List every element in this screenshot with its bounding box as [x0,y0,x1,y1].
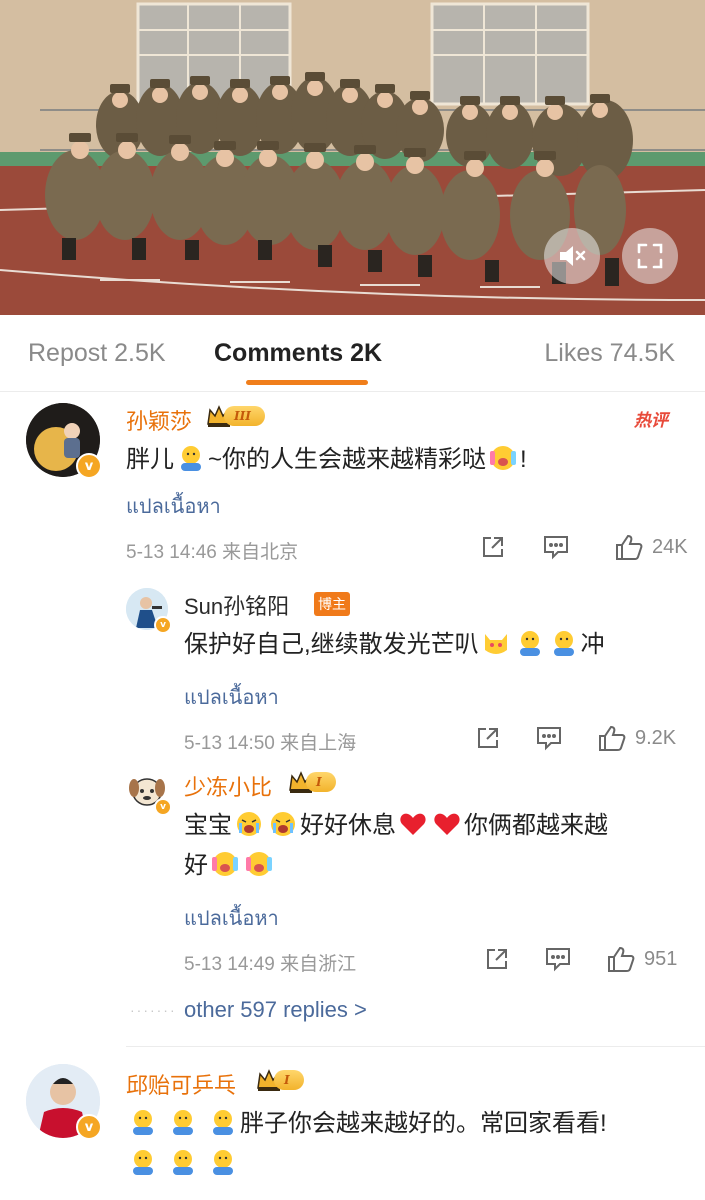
hug-emoji-icon [168,1107,198,1137]
heart-icon [432,809,462,839]
comment-text-part: 胖子你会越来越好的。常回家看看! [240,1110,607,1137]
hug-emoji-icon [168,1147,198,1177]
excited-emoji-icon [244,849,274,879]
level-badge: I [288,770,336,794]
hug-emoji-icon [208,1147,238,1177]
reply-text-part: 宝宝 [184,812,232,839]
share-icon[interactable] [475,725,501,751]
excited-emoji-icon [210,849,240,879]
more-replies-link[interactable]: other 597 replies > [184,997,367,1023]
video-player[interactable] [0,0,705,315]
cat-heart-emoji-icon [481,628,511,658]
verified-icon: v [76,1114,102,1140]
comment-meta: 5-13 14:46 来自北京 [126,542,299,563]
verified-icon: v [76,453,102,479]
hug-emoji-icon [549,628,579,658]
crying-emoji-icon [268,809,298,839]
fullscreen-icon [637,243,663,269]
hug-emoji-icon [208,1107,238,1137]
reply-actions: 9.2K [475,724,676,752]
crying-emoji-icon [234,809,264,839]
commenter-name[interactable]: 孙颖莎 [126,404,192,436]
hug-emoji-icon [176,443,206,473]
mute-button[interactable] [544,228,600,284]
hug-emoji-icon [128,1147,158,1177]
tab-likes[interactable]: Likes 74.5K [544,339,675,368]
level-text: I [274,1070,304,1090]
reply-meta: 5-13 14:50 来自上海 [184,733,357,754]
like-icon[interactable] [614,533,644,561]
reply-text-part: 你俩都越来越 [464,812,608,839]
like-icon[interactable] [606,945,636,973]
excited-emoji-icon [488,443,518,473]
tab-bar: Repost 2.5K Comments 2K Likes 74.5K [0,315,705,392]
commenter-name[interactable]: 少冻小比 [184,770,272,802]
like-count: 24K [652,535,688,558]
like-count: 9.2K [635,726,677,749]
verified-icon: v [154,798,172,816]
share-icon[interactable] [480,534,506,560]
comment-icon[interactable] [544,946,572,972]
reply-text: 保护好自己,继续散发光芒叭 冲 [184,625,694,665]
reply-text-part: 好 [184,852,208,879]
hug-emoji-icon [515,628,545,658]
like-icon[interactable] [597,724,627,752]
reply-text-part: 冲 [580,631,605,658]
hug-emoji-icon [128,1107,158,1137]
share-icon[interactable] [484,946,510,972]
reply-text-part: 保护好自己,继续散发光芒叭 [184,631,479,658]
level-badge: I [256,1068,304,1092]
verified-icon: v [154,616,172,634]
comment-text-part: 胖儿 [126,446,174,473]
comment-text-part: ~你的人生会越来越精彩哒 [208,446,487,473]
comment-divider [126,1046,705,1047]
fullscreen-button[interactable] [622,228,678,284]
mute-icon [560,246,586,266]
comment-text: 胖儿 ~你的人生会越来越精彩哒! [126,440,686,480]
reply-actions: 951 [484,945,677,973]
tab-repost[interactable]: Repost 2.5K [28,339,166,368]
heart-icon [398,809,428,839]
author-badge: 博主 [314,592,350,616]
reply-dots: ······· [130,1002,177,1018]
translate-link[interactable]: แปลเนื้อหา [184,902,279,934]
comment-text: 胖子你会越来越好的。常回家看看! [126,1104,686,1184]
commenter-name[interactable]: Sun孙铭阳 [184,589,289,621]
level-text: I [306,772,336,792]
hot-comment-label: 热评 [634,411,668,430]
tab-comments[interactable]: Comments 2K [214,339,382,368]
like-count: 951 [644,947,678,970]
comment-icon[interactable] [535,725,563,751]
comment-text-part: ! [520,446,527,473]
level-badge: III [206,404,265,428]
translate-link[interactable]: แปลเนื้อหา [184,681,279,713]
reply-meta: 5-13 14:49 来自浙江 [184,954,357,975]
reply-text-part: 好好休息 [300,812,396,839]
translate-link[interactable]: แปลเนื้อหา [126,490,221,522]
level-text: III [224,406,265,426]
active-tab-indicator [246,380,368,385]
reply-text: 宝宝 好好休息 你俩都越来越好 [184,806,684,886]
commenter-name[interactable]: 邱贻可乒乓 [126,1068,236,1100]
video-thumbnail [0,0,705,315]
comment-icon[interactable] [542,534,570,560]
comment-actions: 24K [480,533,688,561]
